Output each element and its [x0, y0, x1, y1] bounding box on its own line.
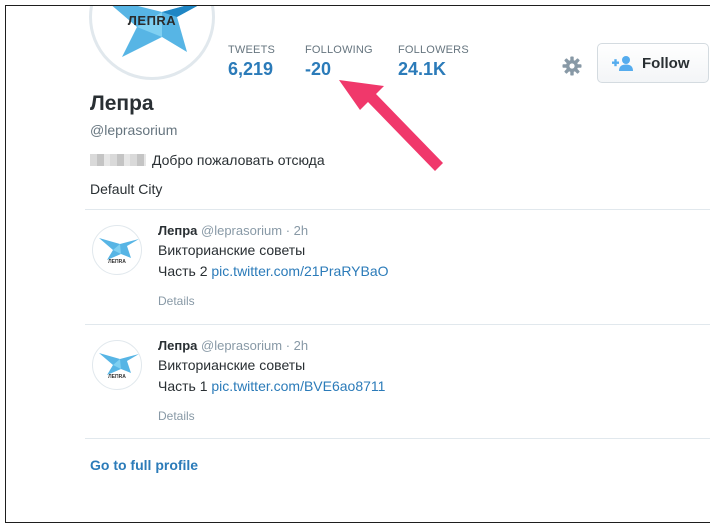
avatar-logo-text: ЛЕПRA	[127, 13, 177, 28]
tweet-meta: Лепра @leprasorium · 2h	[158, 223, 308, 238]
tweet-handle-time: @leprasorium · 2h	[201, 338, 309, 353]
blurred-emoji	[90, 154, 146, 166]
bio-text: Добро пожаловать отсюда	[152, 152, 325, 168]
screen-name: @leprasorium	[90, 122, 178, 138]
add-user-icon	[612, 56, 633, 71]
stat-label: FOLLOWING	[305, 44, 373, 56]
details-link[interactable]: Details	[158, 409, 195, 423]
full-profile-link[interactable]: Go to full profile	[90, 457, 198, 473]
follow-label: Follow	[642, 54, 690, 72]
stat-following[interactable]: FOLLOWING -20	[305, 44, 373, 80]
tweet-text: Часть 2	[158, 263, 212, 279]
stat-tweets[interactable]: TWEETS 6,219	[228, 44, 275, 80]
location: Default City	[90, 181, 163, 197]
avatar-logo-text: ЛЕПRA	[108, 259, 126, 265]
tweet-author[interactable]: Лепра	[158, 223, 197, 238]
stat-followers[interactable]: FOLLOWERS 24.1K	[398, 44, 469, 80]
tweet-link[interactable]: pic.twitter.com/BVE6ao8711	[211, 378, 385, 394]
tweet-avatar[interactable]: ЛЕПRA	[92, 340, 142, 390]
tweet-meta: Лепра @leprasorium · 2h	[158, 338, 308, 353]
tweet-text-line: Викторианские советы	[158, 357, 306, 373]
bio: Добро пожаловать отсюда	[90, 152, 325, 168]
tweet-link[interactable]: pic.twitter.com/21PraRYBaO	[211, 263, 388, 279]
unicorn-logo-icon	[99, 238, 139, 260]
avatar-logo-text: ЛЕПRA	[108, 374, 126, 380]
profile-avatar[interactable]: ЛЕПRA	[89, 6, 215, 80]
display-name: Лепра	[90, 92, 154, 115]
tweet-text: Часть 1	[158, 378, 212, 394]
stat-value: -20	[305, 59, 332, 79]
stat-label: TWEETS	[228, 44, 276, 56]
gear-icon[interactable]	[562, 56, 582, 76]
tweet-text-line: Часть 1 pic.twitter.com/BVE6ao8711	[158, 378, 385, 394]
tweet[interactable]: ЛЕПRA Лепра @leprasorium · 2h Викторианс…	[85, 210, 710, 323]
tweet[interactable]: ЛЕПRA Лепра @leprasorium · 2h Викторианс…	[85, 325, 710, 438]
divider	[85, 438, 710, 439]
follow-button[interactable]: Follow	[597, 43, 709, 83]
details-link[interactable]: Details	[158, 294, 195, 308]
profile-card: ЛЕПRA TWEETS 6,219 FOLLOWING -20 FOLLOWE…	[5, 5, 710, 523]
stat-label: FOLLOWERS	[398, 44, 469, 56]
stat-value: 24.1K	[398, 59, 447, 79]
tweet-author[interactable]: Лепра	[158, 338, 197, 353]
unicorn-logo-icon	[99, 353, 139, 375]
tweet-avatar[interactable]: ЛЕПRA	[92, 225, 142, 275]
tweet-handle-time: @leprasorium · 2h	[201, 223, 309, 238]
tweet-text-line: Викторианские советы	[158, 242, 306, 258]
tweet-text-line: Часть 2 pic.twitter.com/21PraRYBaO	[158, 263, 389, 279]
stat-value: 6,219	[228, 59, 274, 79]
